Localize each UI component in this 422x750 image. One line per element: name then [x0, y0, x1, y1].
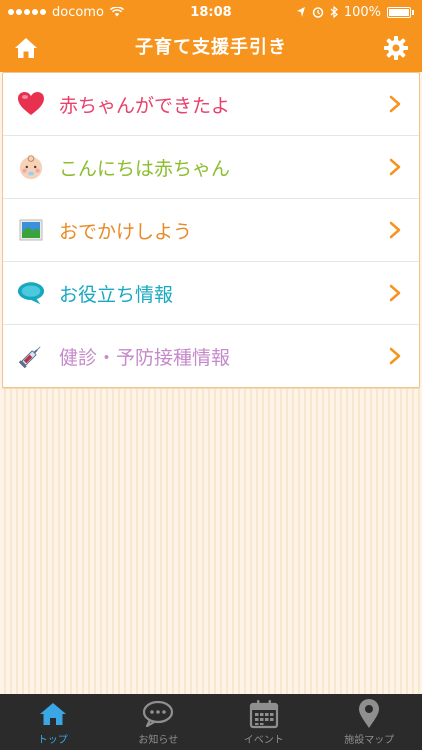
- tab-label: 施設マップ: [344, 735, 395, 746]
- chevron-right-icon: [389, 221, 401, 239]
- syringe-icon: [17, 342, 45, 370]
- tab-top[interactable]: トップ: [0, 694, 106, 750]
- menu-item-checkup-vaccination[interactable]: 健診・予防接種情報: [3, 325, 419, 387]
- menu-item-outing[interactable]: おでかけしよう: [3, 199, 419, 262]
- chevron-right-icon: [389, 158, 401, 176]
- tab-label: お知らせ: [138, 735, 179, 746]
- chevron-right-icon: [389, 347, 401, 365]
- tab-label: イベント: [243, 735, 284, 746]
- status-bar: docomo 18:08 100%: [0, 0, 422, 24]
- speech-bubble-icon: [17, 279, 45, 307]
- chevron-right-icon: [389, 95, 401, 113]
- page-title: 子育て支援手引き: [135, 37, 287, 58]
- menu-item-label: こんにちは赤ちゃん: [59, 157, 231, 180]
- calendar-icon: [248, 699, 280, 729]
- battery-icon: [387, 6, 411, 18]
- tab-bar: トップ お知らせ イベント 施設マップ: [0, 694, 422, 750]
- nav-bar: 子育て支援手引き: [0, 24, 422, 72]
- alarm-clock-icon: [312, 7, 324, 18]
- menu-item-hello-baby[interactable]: こんにちは赤ちゃん: [3, 136, 419, 199]
- bluetooth-icon: [330, 6, 338, 18]
- home-icon: [37, 699, 69, 729]
- menu-item-label: 健診・予防接種情報: [59, 346, 231, 369]
- heart-icon: [17, 90, 45, 118]
- menu-item-pregnancy[interactable]: 赤ちゃんができたよ: [3, 73, 419, 136]
- wifi-icon: [109, 7, 124, 17]
- status-left: docomo: [8, 5, 296, 20]
- gear-icon[interactable]: [382, 34, 410, 62]
- chevron-right-icon: [389, 284, 401, 302]
- signal-strength-icon: [8, 9, 46, 15]
- tab-facility-map[interactable]: 施設マップ: [317, 694, 422, 750]
- chat-icon: [142, 699, 174, 729]
- menu-item-label: 赤ちゃんができたよ: [59, 94, 231, 117]
- map-pin-icon: [353, 699, 385, 729]
- menu-item-label: お役立ち情報: [59, 283, 174, 306]
- carrier-name: docomo: [52, 4, 104, 20]
- location-arrow-icon: [296, 7, 305, 17]
- baby-face-icon: [17, 153, 45, 181]
- status-right: 100%: [296, 5, 414, 20]
- tab-events[interactable]: イベント: [211, 694, 317, 750]
- menu-list: 赤ちゃんができたよ こんにちは赤ちゃん おでかけしよう お役立ち情報 健診・予防…: [2, 72, 420, 388]
- menu-item-useful-info[interactable]: お役立ち情報: [3, 262, 419, 325]
- battery-percent: 100%: [343, 4, 381, 20]
- tab-news[interactable]: お知らせ: [106, 694, 212, 750]
- landscape-icon: [17, 216, 45, 244]
- battery-tip: [412, 9, 414, 15]
- menu-item-label: おでかけしよう: [59, 220, 193, 243]
- tab-label: トップ: [37, 735, 68, 746]
